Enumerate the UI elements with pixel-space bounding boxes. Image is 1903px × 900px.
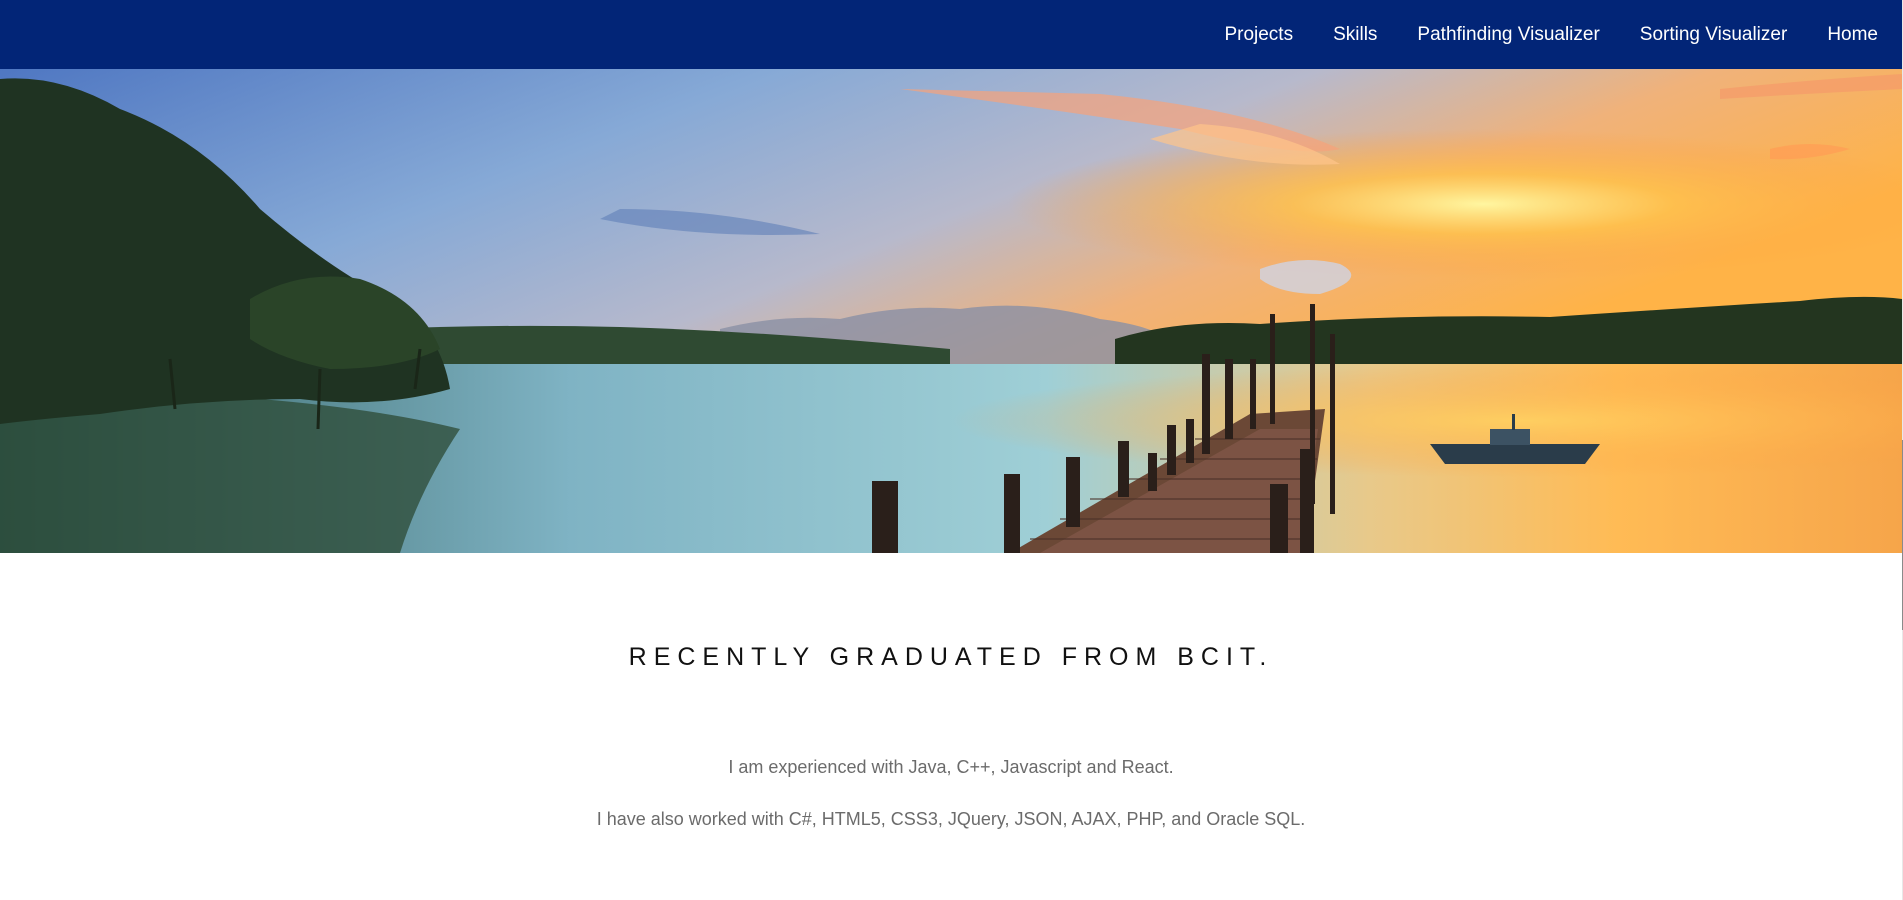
hero-image <box>0 69 1902 553</box>
navbar: Projects Skills Pathfinding Visualizer S… <box>0 0 1902 69</box>
nav-link-projects[interactable]: Projects <box>1224 24 1293 46</box>
page: Projects Skills Pathfinding Visualizer S… <box>0 0 1903 900</box>
nav-link-skills[interactable]: Skills <box>1333 24 1377 46</box>
nav-link-pathfinding-visualizer[interactable]: Pathfinding Visualizer <box>1417 24 1599 46</box>
skills-paragraph-primary: I am experienced with Java, C++, Javascr… <box>728 757 1174 777</box>
nav-link-home[interactable]: Home <box>1827 24 1878 46</box>
nav-link-sorting-visualizer[interactable]: Sorting Visualizer <box>1640 24 1788 46</box>
nav-links: Projects Skills Pathfinding Visualizer S… <box>1184 0 1878 69</box>
skills-paragraph-secondary: I have also worked with C#, HTML5, CSS3,… <box>596 809 1306 829</box>
tagline-heading: RECENTLY GRADUATED FROM BCIT. <box>628 643 1274 671</box>
main-content: Projects Skills Pathfinding Visualizer S… <box>0 0 1902 900</box>
